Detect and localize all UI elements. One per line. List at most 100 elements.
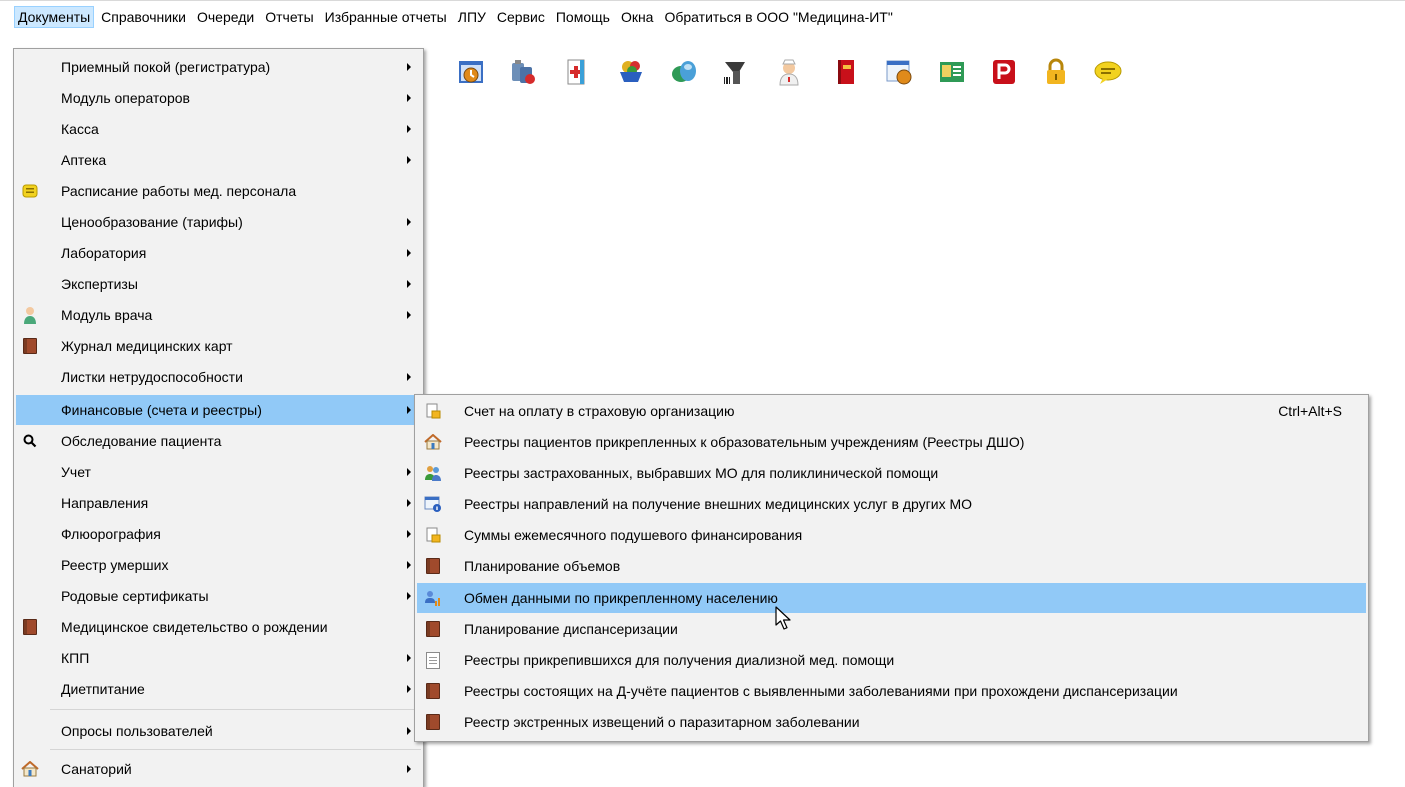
menu-item-operators[interactable]: Модуль операторов: [16, 83, 421, 113]
submenu-arrow-icon: [407, 406, 411, 414]
menu-item-label: Аптека: [61, 152, 107, 168]
menu-item-birth-medical-certificate[interactable]: Медицинское свидетельство о рождении: [16, 612, 421, 642]
financial-submenu: Счет на оплату в страховую организацию C…: [414, 394, 1369, 742]
menu-item-sick-leave[interactable]: Листки нетрудоспособности: [16, 362, 421, 392]
submenu-item-parasitic-disease-notices[interactable]: Реестр экстренных извещений о паразитарн…: [417, 707, 1366, 737]
submenu-item-dialysis-registries[interactable]: Реестры прикрепившихся для получения диа…: [417, 645, 1366, 675]
submenu-arrow-icon: [407, 373, 411, 381]
menu-favorite-reports[interactable]: Избранные отчеты: [321, 6, 451, 28]
menu-separator: [50, 709, 421, 710]
menu-item-user-surveys[interactable]: Опросы пользователей: [16, 716, 421, 746]
menu-windows[interactable]: Окна: [617, 6, 658, 28]
submenu-item-attached-population-exchange[interactable]: Обмен данными по прикрепленному населени…: [417, 583, 1366, 613]
menu-item-label: Обследование пациента: [61, 433, 222, 449]
menu-item-label: Обмен данными по прикрепленному населени…: [464, 590, 778, 606]
menu-item-label: Приемный покой (регистратура): [61, 59, 271, 75]
menu-item-birth-certificates[interactable]: Родовые сертификаты: [16, 581, 421, 611]
menu-item-deceased-registry[interactable]: Реестр умерших: [16, 550, 421, 580]
menu-reports[interactable]: Отчеты: [261, 6, 317, 28]
menu-item-label: Реестры пациентов прикрепленных к образо…: [464, 434, 1025, 450]
submenu-arrow-icon: [407, 94, 411, 102]
menu-help[interactable]: Помощь: [552, 6, 614, 28]
submenu-item-insurance-invoice[interactable]: Счет на оплату в страховую организацию C…: [417, 396, 1366, 426]
pdf-icon[interactable]: [988, 56, 1020, 88]
menu-item-reception[interactable]: Приемный покой (регистратура): [16, 52, 421, 82]
menu-item-checkpoint[interactable]: КПП: [16, 643, 421, 673]
barcode-scanner-icon[interactable]: [720, 56, 752, 88]
submenu-item-dispensary-planning[interactable]: Планирование диспансеризации: [417, 614, 1366, 644]
mouse-cursor-icon: [774, 606, 796, 632]
menu-queues[interactable]: Очереди: [193, 6, 258, 28]
menu-item-referrals[interactable]: Направления: [16, 488, 421, 518]
submenu-item-dsho-registries[interactable]: Реестры пациентов прикрепленных к образо…: [417, 427, 1366, 457]
submenu-arrow-icon: [407, 63, 411, 71]
menu-item-diet[interactable]: Диетпитание: [16, 674, 421, 704]
submenu-item-external-services-referrals[interactable]: Реестры направлений на получение внешних…: [417, 489, 1366, 519]
menu-item-accounting[interactable]: Учет: [16, 457, 421, 487]
menu-item-label: Опросы пользователей: [61, 723, 213, 739]
submenu-arrow-icon: [407, 685, 411, 693]
menu-item-label: Модуль врача: [61, 307, 153, 323]
menu-item-pharmacy[interactable]: Аптека: [16, 145, 421, 175]
book-icon: [423, 712, 443, 732]
menu-item-label: Учет: [61, 464, 91, 480]
id-card-icon[interactable]: [936, 56, 968, 88]
basket-icon[interactable]: [615, 56, 647, 88]
menu-item-label: Журнал медицинских карт: [61, 338, 233, 354]
schedule-icon[interactable]: [455, 56, 487, 88]
pills-icon[interactable]: [668, 56, 700, 88]
menu-item-cashier[interactable]: Касса: [16, 114, 421, 144]
timetable-icon[interactable]: [883, 56, 915, 88]
menu-item-label: Реестр экстренных извещений о паразитарн…: [464, 714, 860, 730]
menu-item-label: КПП: [61, 650, 90, 666]
menu-item-label: Реестр умерших: [61, 557, 169, 573]
house-icon: [20, 759, 40, 779]
submenu-arrow-icon: [407, 249, 411, 257]
menu-contact[interactable]: Обратиться в ООО "Медицина-ИТ": [660, 6, 896, 28]
submenu-item-insured-registries[interactable]: Реестры застрахованных, выбравших МО для…: [417, 458, 1366, 488]
medical-card-icon[interactable]: [560, 56, 592, 88]
menu-item-label: Ценообразование (тарифы): [61, 214, 243, 230]
menu-item-label: Направления: [61, 495, 149, 511]
menu-item-label: Реестры направлений на получение внешних…: [464, 496, 973, 512]
submenu-arrow-icon: [407, 468, 411, 476]
menu-item-financial[interactable]: Финансовые (счета и реестры): [16, 395, 421, 425]
medicine-icon[interactable]: [507, 56, 539, 88]
submenu-arrow-icon: [407, 561, 411, 569]
menu-item-patient-examination[interactable]: Обследование пациента: [16, 426, 421, 456]
book-icon: [423, 681, 443, 701]
doctor-icon: [20, 305, 40, 325]
menu-item-sanatorium[interactable]: Санаторий: [16, 754, 421, 784]
submenu-arrow-icon: [407, 311, 411, 319]
red-book-icon[interactable]: [830, 56, 862, 88]
submenu-item-per-capita-sums[interactable]: Суммы ежемесячного подушевого финансиров…: [417, 520, 1366, 550]
menu-item-label: Касса: [61, 121, 99, 137]
menu-item-label: Планирование диспансеризации: [464, 621, 678, 637]
lock-icon[interactable]: [1040, 56, 1072, 88]
menu-item-laboratory[interactable]: Лаборатория: [16, 238, 421, 268]
menu-item-doctor-module[interactable]: Модуль врача: [16, 300, 421, 330]
message-icon: [20, 181, 40, 201]
document-icon: [423, 650, 443, 670]
submenu-item-d-registration-registries[interactable]: Реестры состоящих на Д-учёте пациентов с…: [417, 676, 1366, 706]
menu-references[interactable]: Справочники: [97, 6, 190, 28]
submenu-item-volume-planning[interactable]: Планирование объемов: [417, 551, 1366, 581]
menu-item-medical-records-journal[interactable]: Журнал медицинских карт: [16, 331, 421, 361]
menu-item-fluorography[interactable]: Флюорография: [16, 519, 421, 549]
submenu-arrow-icon: [407, 125, 411, 133]
search-icon: [20, 431, 40, 451]
menu-item-label: Лаборатория: [61, 245, 147, 261]
menu-item-label: Медицинское свидетельство о рождении: [61, 619, 328, 635]
menu-item-expertise[interactable]: Экспертизы: [16, 269, 421, 299]
menu-documents[interactable]: Документы: [14, 5, 95, 28]
message-icon[interactable]: [1092, 56, 1124, 88]
menu-service[interactable]: Сервис: [493, 6, 549, 28]
form-info-icon: [423, 494, 443, 514]
menu-item-label: Диетпитание: [61, 681, 145, 697]
menu-item-pricing[interactable]: Ценообразование (тарифы): [16, 207, 421, 237]
menu-item-staff-schedule[interactable]: Расписание работы мед. персонала: [16, 176, 421, 206]
book-icon: [20, 617, 40, 637]
nurse-icon[interactable]: [773, 56, 805, 88]
menu-item-label: Счет на оплату в страховую организацию: [464, 403, 735, 419]
menu-lpu[interactable]: ЛПУ: [454, 6, 490, 28]
